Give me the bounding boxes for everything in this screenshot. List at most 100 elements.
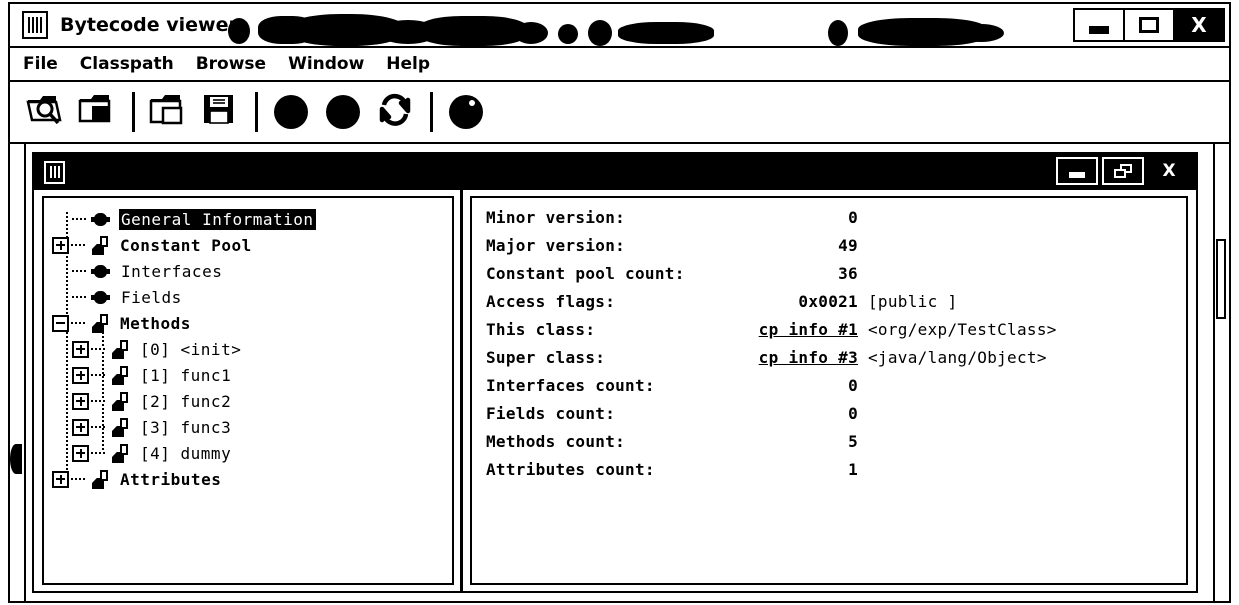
detail-label: This class:	[486, 320, 596, 339]
expand-plus-icon[interactable]	[72, 444, 89, 462]
menu-item-help[interactable]: Help	[383, 52, 433, 76]
expand-plus-icon[interactable]	[72, 418, 89, 436]
tree-node-method-4[interactable]: [4] dummy	[52, 440, 452, 466]
open-class-file-button[interactable]	[24, 91, 66, 133]
redacted-title-path	[228, 12, 1028, 46]
expand-plus-icon[interactable]	[72, 366, 89, 384]
general-information-detail-pane: Minor version: 0 Major version: 49 Const…	[470, 196, 1188, 585]
internal-frame-title-bar[interactable]: X	[34, 154, 1196, 190]
menu-item-browse[interactable]: Browse	[193, 52, 269, 76]
method-node-icon	[109, 338, 131, 360]
tree-node-attributes[interactable]: Attributes	[52, 466, 452, 492]
super-class-cp-link[interactable]: cp info #3	[718, 348, 858, 367]
desktop-scrollbar-right[interactable]	[1213, 144, 1229, 601]
detail-row-constant-pool-count: Constant pool count: 36	[486, 264, 1186, 292]
method-node-icon	[109, 364, 131, 386]
tree-node-method-0[interactable]: [0] <init>	[52, 336, 452, 362]
expand-plus-icon[interactable]	[52, 470, 69, 488]
tree-node-method-1[interactable]: [1] func1	[52, 362, 452, 388]
split-divider[interactable]	[454, 190, 470, 591]
window-title: Bytecode viewer	[60, 14, 238, 36]
detail-value: 49	[838, 236, 858, 255]
detail-extra: [public ]	[868, 292, 958, 311]
expand-plus-icon[interactable]	[72, 392, 89, 410]
tree-node-method-3[interactable]: [3] func3	[52, 414, 452, 440]
save-button[interactable]	[199, 91, 241, 133]
tree-node-label: [1] func1	[140, 365, 232, 385]
menu-item-file[interactable]: File	[20, 52, 61, 76]
reload-icon	[377, 92, 413, 132]
detail-label: Access flags:	[486, 292, 616, 311]
maximize-button[interactable]	[1123, 8, 1175, 42]
class-structure-tree-pane[interactable]: General Information Constant Pool Interf…	[42, 196, 454, 585]
close-icon: X	[1191, 13, 1207, 37]
new-window-button[interactable]	[147, 91, 189, 133]
scrollbar-track[interactable]	[1215, 144, 1229, 601]
desktop-scrollbar-left[interactable]	[10, 144, 26, 601]
back-icon	[274, 95, 308, 129]
tree-node-method-2[interactable]: [2] func2	[52, 388, 452, 414]
minimize-icon	[1089, 26, 1109, 34]
forward-button[interactable]	[322, 91, 364, 133]
tree-connector	[72, 270, 88, 272]
tree-connector	[91, 374, 107, 376]
expand-plus-icon[interactable]	[52, 236, 69, 254]
tree-connector	[71, 244, 87, 246]
reload-button[interactable]	[374, 91, 416, 133]
internal-restore-button[interactable]	[1102, 157, 1144, 185]
tree-node-interfaces[interactable]: Interfaces	[52, 258, 452, 284]
collapse-minus-icon[interactable]	[52, 314, 69, 332]
tree-node-label: Constant Pool	[120, 235, 252, 255]
leaf-node-icon	[90, 260, 112, 282]
scrollbar-thumb[interactable]	[1216, 239, 1226, 319]
tree-expander-placeholder	[52, 262, 70, 280]
title-bar: Bytecode viewer X	[10, 4, 1229, 48]
detail-row-methods-count: Methods count: 5	[486, 432, 1186, 460]
tree-node-constant-pool[interactable]: Constant Pool	[52, 232, 452, 258]
detail-row-minor-version: Minor version: 0	[486, 208, 1186, 236]
tree-node-label: [0] <init>	[140, 339, 242, 359]
toolbar-separator	[255, 92, 258, 132]
back-button[interactable]	[270, 91, 312, 133]
branch-node-icon	[89, 234, 111, 256]
close-button[interactable]: X	[1173, 8, 1225, 42]
open-classpath-button[interactable]	[76, 91, 118, 133]
tree-node-fields[interactable]: Fields	[52, 284, 452, 310]
detail-row-interfaces-count: Interfaces count: 0	[486, 376, 1186, 404]
detail-label: Interfaces count:	[486, 376, 655, 395]
branch-node-icon	[89, 468, 111, 490]
menu-item-window[interactable]: Window	[285, 52, 367, 76]
internal-minimize-button[interactable]	[1056, 157, 1098, 185]
tree-expander-placeholder	[52, 288, 70, 306]
help-button[interactable]	[445, 91, 487, 133]
tree-connector	[91, 452, 107, 454]
detail-row-fields-count: Fields count: 0	[486, 404, 1186, 432]
detail-row-super-class: Super class: cp info #3 <java/lang/Objec…	[486, 348, 1186, 376]
tree-connector	[72, 218, 88, 220]
tree-node-label: Attributes	[120, 469, 222, 489]
tree-node-methods[interactable]: Methods	[52, 310, 452, 336]
application-window: Bytecode viewer X File Classpath Browse …	[8, 2, 1231, 603]
tree-connector	[71, 322, 87, 324]
open-class-file-icon	[26, 92, 64, 132]
detail-value: 1	[848, 460, 858, 479]
scrollbar-track[interactable]	[10, 144, 24, 601]
detail-value: 36	[838, 264, 858, 283]
tree-connector	[71, 478, 87, 480]
internal-frame-controls: X	[1052, 157, 1190, 185]
detail-label: Fields count:	[486, 404, 616, 423]
menu-item-classpath[interactable]: Classpath	[77, 52, 177, 76]
class-structure-tree: General Information Constant Pool Interf…	[44, 198, 452, 492]
expand-plus-icon[interactable]	[72, 340, 89, 358]
internal-close-button[interactable]: X	[1148, 157, 1190, 185]
tree-node-label: General Information	[119, 208, 316, 230]
save-icon	[201, 92, 239, 132]
leaf-node-icon	[90, 208, 112, 230]
this-class-cp-link[interactable]: cp info #1	[718, 320, 858, 339]
detail-label: Methods count:	[486, 432, 626, 451]
detail-row-access-flags: Access flags: 0x0021 [public ]	[486, 292, 1186, 320]
tree-connector	[91, 426, 107, 428]
tree-node-general-information[interactable]: General Information	[52, 206, 452, 232]
scrollbar-thumb[interactable]	[10, 444, 22, 474]
minimize-button[interactable]	[1073, 8, 1125, 42]
